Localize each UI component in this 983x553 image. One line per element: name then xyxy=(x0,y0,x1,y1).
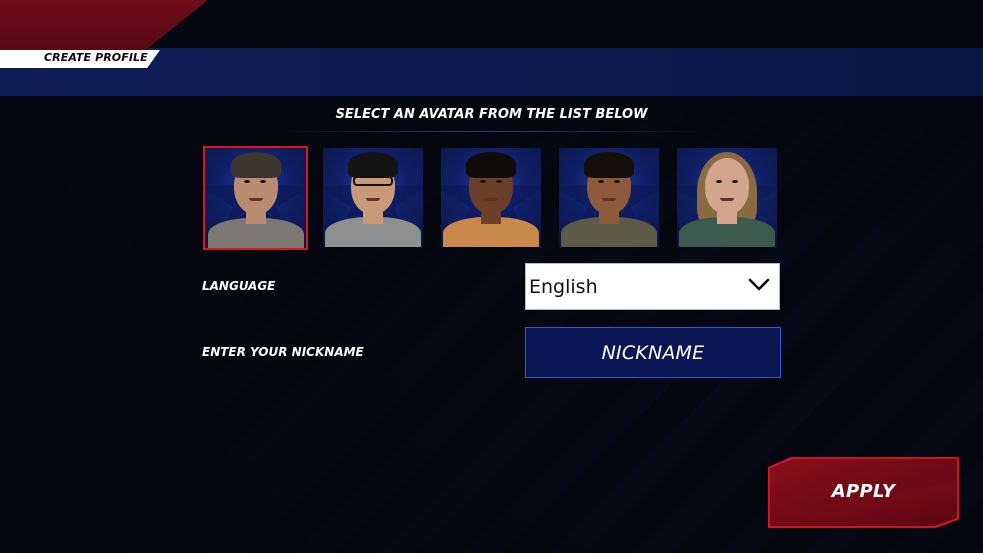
avatar-mouth xyxy=(602,198,616,201)
avatar-hair xyxy=(348,152,398,178)
avatar-option-4[interactable] xyxy=(559,148,659,247)
avatar-eye xyxy=(732,180,738,183)
avatar-option-2[interactable] xyxy=(323,148,423,247)
avatar-mouth xyxy=(720,198,734,201)
avatar-mouth xyxy=(484,198,498,201)
nickname-input[interactable]: NICKNAME xyxy=(525,327,781,378)
avatar-eye xyxy=(496,180,502,183)
avatar-hair xyxy=(230,152,281,178)
prompt-divider xyxy=(275,131,708,132)
avatar-option-1[interactable] xyxy=(203,146,308,250)
apply-button-label: APPLY xyxy=(831,481,896,502)
avatar-eye xyxy=(260,180,266,183)
avatar-hair xyxy=(584,152,634,178)
avatar-eye xyxy=(716,180,722,183)
page-title: CREATE PROFILE xyxy=(44,51,148,64)
nickname-placeholder: NICKNAME xyxy=(601,341,705,364)
avatar-hair xyxy=(466,152,516,178)
avatar-option-5[interactable] xyxy=(677,148,777,247)
language-select[interactable]: English xyxy=(525,263,780,310)
language-label: LANGUAGE xyxy=(202,279,276,293)
avatar-eye xyxy=(598,180,604,183)
glasses-icon xyxy=(353,176,393,186)
avatar-face xyxy=(705,158,749,214)
avatar-eye xyxy=(614,180,620,183)
avatar-eye xyxy=(480,180,486,183)
language-value: English xyxy=(529,276,598,298)
avatar-mouth xyxy=(366,198,380,201)
avatar-prompt: SELECT AN AVATAR FROM THE LIST BELOW xyxy=(335,107,648,122)
avatar-list xyxy=(203,146,778,250)
avatar-option-3[interactable] xyxy=(441,148,541,247)
avatar-mouth xyxy=(248,198,263,201)
avatar-eye xyxy=(244,180,250,183)
nickname-label: ENTER YOUR NICKNAME xyxy=(202,345,364,359)
apply-button[interactable]: APPLY xyxy=(768,457,959,528)
chevron-down-icon xyxy=(748,278,770,291)
